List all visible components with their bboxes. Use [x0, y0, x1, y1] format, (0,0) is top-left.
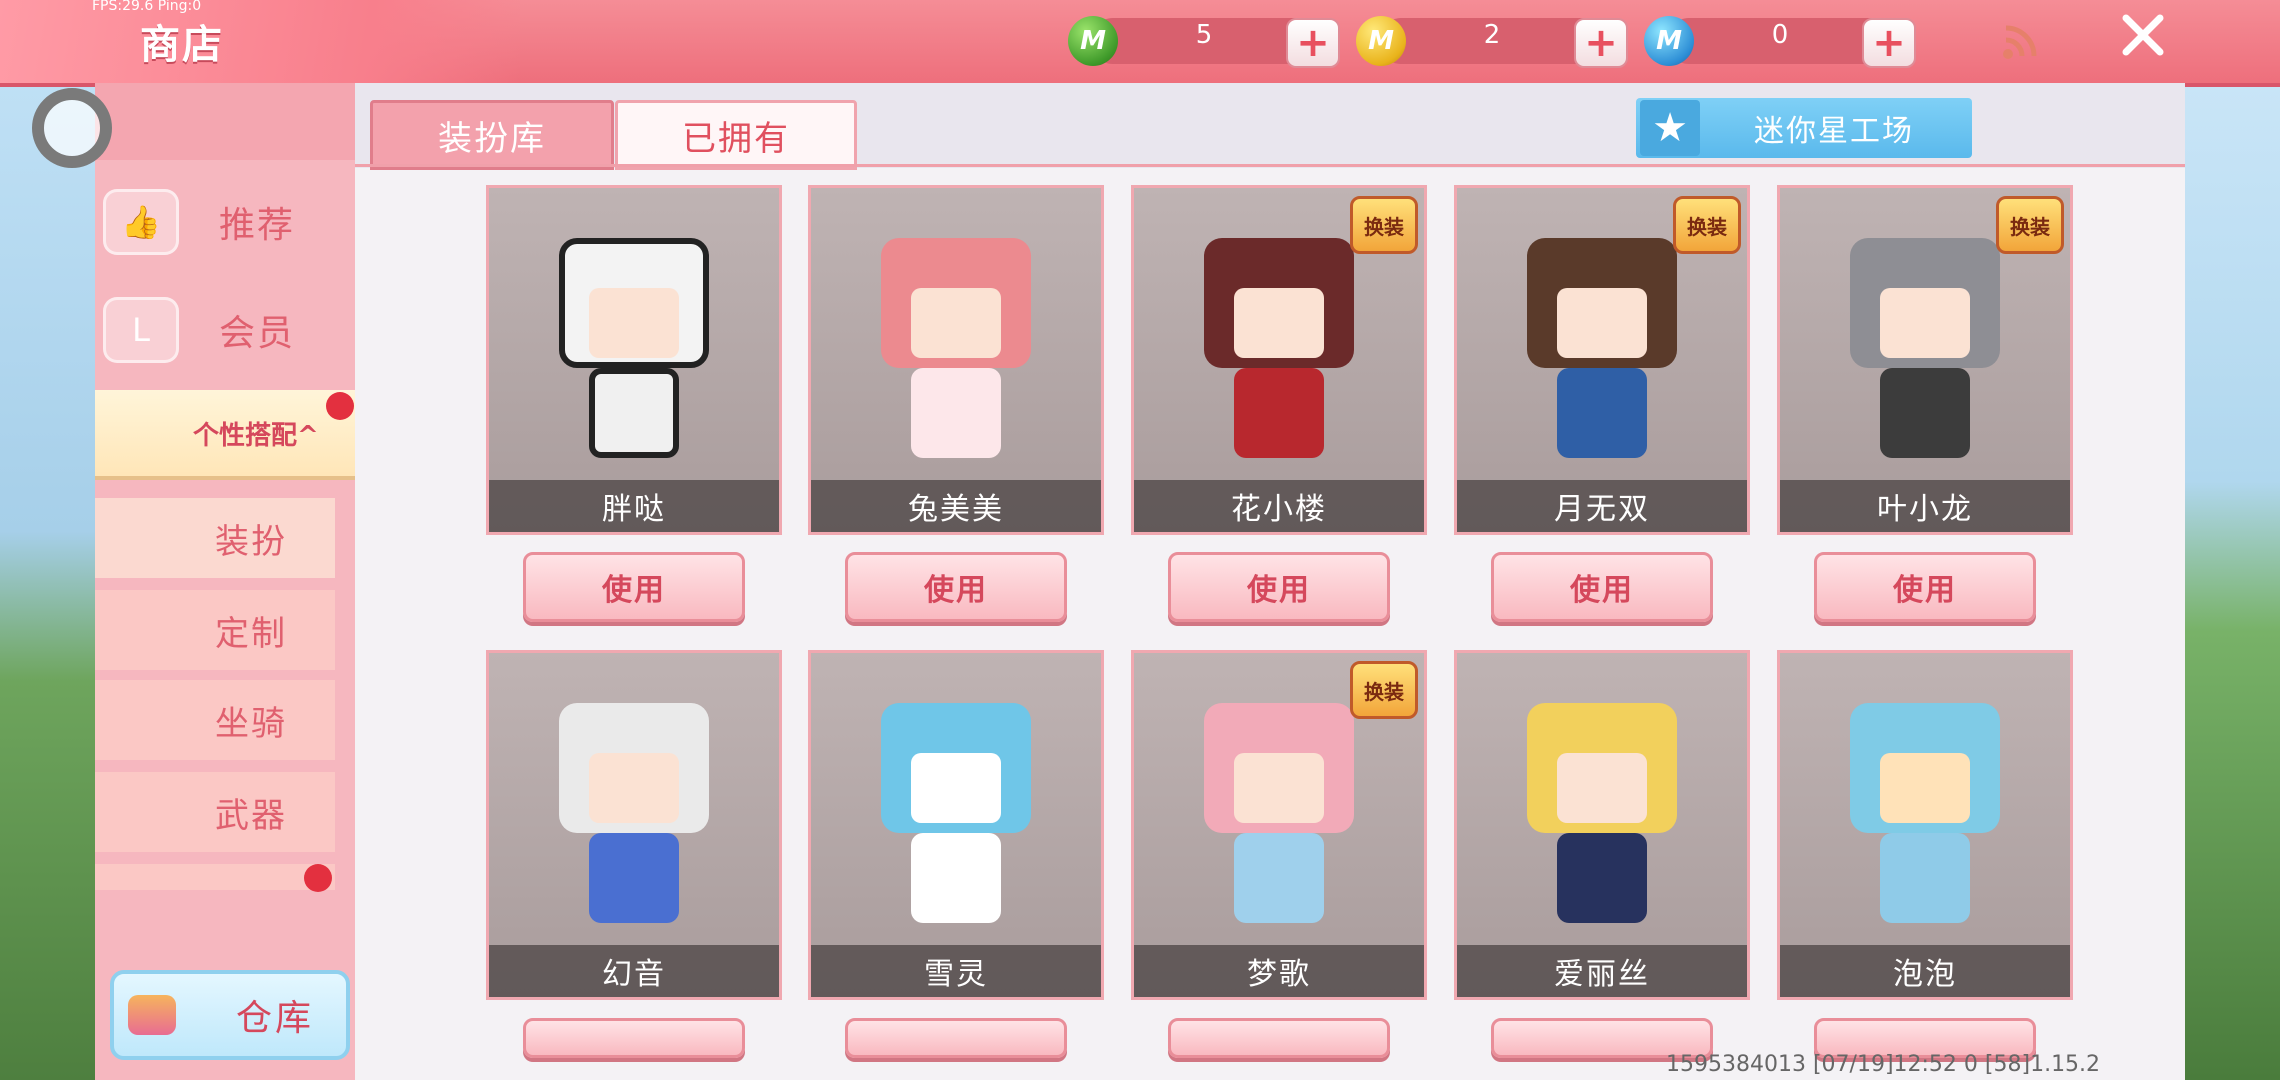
skin-name: 兔美美 — [811, 480, 1101, 532]
tab-owned[interactable]: 已拥有 — [615, 100, 857, 170]
plus-icon: + — [1584, 20, 1618, 66]
mini-gold-coin-icon: M — [1356, 16, 1406, 66]
character-figure — [881, 218, 1031, 488]
add-currency-2-button[interactable]: + — [1574, 18, 1628, 68]
dress-up-badge: 换装 — [1350, 661, 1418, 719]
use-button[interactable]: 使用 — [1814, 552, 2036, 622]
tab-outfit-library[interactable]: 装扮库 — [370, 100, 614, 170]
character-figure — [1527, 683, 1677, 953]
sidebar-item-label: 推荐 — [219, 205, 296, 246]
sidebar-subitem-custom[interactable]: 定制 — [95, 590, 335, 670]
background-scenery-right — [2180, 83, 2280, 1080]
character-figure — [1204, 218, 1354, 488]
workshop-label: 迷你星工场 — [1754, 114, 1914, 149]
sidebar-item-outfit-group[interactable]: 个性搭配^ — [95, 390, 355, 480]
skin-card[interactable]: 换装 花小楼 — [1131, 185, 1427, 535]
character-figure — [1850, 218, 2000, 488]
skin-name: 梦歌 — [1134, 945, 1424, 997]
sidebar-subitem-more[interactable] — [95, 864, 335, 890]
skin-card[interactable]: 换装 梦歌 — [1131, 650, 1427, 1000]
skin-card[interactable]: 胖哒 — [486, 185, 782, 535]
skin-card[interactable]: 雪灵 — [808, 650, 1104, 1000]
sidebar-item-membership[interactable]: L 会员 — [95, 280, 355, 380]
build-info: 1595384013 [07/19]12:52 0 [58]1.15.2 — [1666, 1052, 2101, 1077]
add-currency-3-button[interactable]: + — [1862, 18, 1916, 68]
skin-card[interactable]: 换装 叶小龙 — [1777, 185, 2073, 535]
skin-name: 月无双 — [1457, 480, 1747, 532]
notification-dot — [326, 392, 354, 420]
character-figure — [1850, 683, 2000, 953]
currency-value-3: 0 — [1771, 20, 1789, 50]
use-button[interactable] — [1168, 1018, 1390, 1058]
skin-name: 叶小龙 — [1780, 480, 2070, 532]
character-figure — [1204, 683, 1354, 953]
character-figure — [559, 218, 709, 488]
skin-name: 雪灵 — [811, 945, 1101, 997]
sidebar-item-recommend[interactable]: 👍 推荐 — [95, 172, 355, 272]
floating-joystick[interactable] — [32, 88, 112, 168]
skin-name: 花小楼 — [1134, 480, 1424, 532]
signal-icon — [2002, 24, 2038, 60]
skin-card[interactable]: 泡泡 — [1777, 650, 2073, 1000]
use-button[interactable]: 使用 — [845, 552, 1067, 622]
skin-name: 幻音 — [489, 945, 779, 997]
add-currency-1-button[interactable]: + — [1286, 18, 1340, 68]
character-figure — [1527, 218, 1677, 488]
dress-up-badge: 换装 — [1996, 196, 2064, 254]
skin-name: 泡泡 — [1780, 945, 2070, 997]
use-button[interactable] — [523, 1018, 745, 1058]
sidebar-subitem-outfit[interactable]: 装扮 — [95, 498, 335, 578]
page-title: 商店 — [140, 22, 224, 68]
currency-value-2: 2 — [1483, 20, 1501, 50]
skin-card[interactable]: 爱丽丝 — [1454, 650, 1750, 1000]
use-button[interactable]: 使用 — [1168, 552, 1390, 622]
dress-up-badge: 换装 — [1673, 196, 1741, 254]
skin-card[interactable]: 兔美美 — [808, 185, 1104, 535]
skin-name: 爱丽丝 — [1457, 945, 1747, 997]
use-button[interactable] — [845, 1018, 1067, 1058]
skin-card[interactable]: 幻音 — [486, 650, 782, 1000]
plus-icon: + — [1872, 20, 1906, 66]
sidebar-item-label: 会员 — [219, 313, 296, 354]
sidebar-item-label: 武器 — [215, 795, 287, 836]
skin-card[interactable]: 换装 月无双 — [1454, 185, 1750, 535]
star-icon: ★ — [1640, 100, 1700, 156]
warehouse-button[interactable]: 仓库 — [110, 970, 350, 1060]
thumbs-up-icon: 👍 — [103, 189, 179, 255]
chest-icon — [128, 995, 176, 1035]
dress-up-badge: 换装 — [1350, 196, 1418, 254]
membership-icon: L — [103, 297, 179, 363]
sidebar-item-label: 定制 — [215, 613, 287, 654]
close-button[interactable] — [2118, 10, 2168, 70]
currency-value-1: 5 — [1195, 20, 1213, 50]
skin-name: 胖哒 — [489, 480, 779, 532]
warehouse-label: 仓库 — [236, 998, 315, 1039]
sidebar-subitem-weapon[interactable]: 武器 — [95, 772, 335, 852]
character-figure — [881, 683, 1031, 953]
mini-blue-coin-icon: M — [1644, 16, 1694, 66]
sidebar-subitem-mount[interactable]: 坐骑 — [95, 680, 335, 760]
sidebar-item-label: 坐骑 — [215, 703, 287, 744]
mini-workshop-button[interactable]: ★ 迷你星工场 — [1636, 98, 1972, 158]
character-figure — [559, 683, 709, 953]
background-scenery-left — [0, 83, 100, 1080]
notification-dot — [304, 864, 332, 892]
sidebar-item-label: 个性搭配^ — [193, 420, 319, 451]
close-icon — [2122, 14, 2164, 56]
use-button[interactable]: 使用 — [1491, 552, 1713, 622]
chevron-up-icon: ^ — [297, 420, 319, 451]
use-button[interactable]: 使用 — [523, 552, 745, 622]
mini-bean-coin-icon: M — [1068, 16, 1118, 66]
plus-icon: + — [1296, 20, 1330, 66]
sidebar-item-label: 装扮 — [215, 521, 287, 562]
title-banner — [0, 0, 520, 83]
divider — [355, 164, 2185, 167]
